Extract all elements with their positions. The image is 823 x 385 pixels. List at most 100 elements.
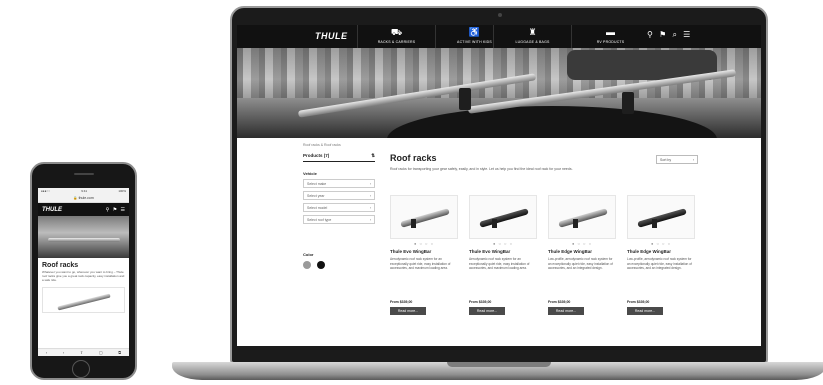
chevron-down-icon: › bbox=[369, 218, 371, 222]
sort-dropdown[interactable]: Sort by › bbox=[656, 155, 698, 164]
camper-icon: ▬ bbox=[606, 27, 615, 37]
page-title: Roof racks bbox=[42, 262, 79, 269]
nav-utility-icons[interactable]: ⚲ ⚑ ☰ bbox=[106, 207, 125, 213]
page-title: Roof racks bbox=[390, 153, 437, 163]
products-filter-header[interactable]: Products (7) ⇅ bbox=[303, 153, 375, 162]
product-name[interactable]: Thule Edge WingBar bbox=[627, 249, 695, 254]
back-icon[interactable]: ‹ bbox=[46, 349, 47, 356]
bookmarks-icon[interactable]: ▢ bbox=[99, 349, 103, 356]
product-price: From $339,00 bbox=[548, 300, 571, 304]
product-card[interactable]: ● ○ ○ ○ Thule Edge WingBar Low-profile, … bbox=[627, 195, 695, 325]
browser-toolbar: ‹ › ⇪ ▢ ⧉ bbox=[38, 348, 129, 356]
phone-hero-image bbox=[38, 216, 129, 258]
carousel-dots[interactable]: ● ○ ○ ○ bbox=[627, 241, 695, 246]
color-label: Color bbox=[303, 252, 314, 257]
laptop-camera bbox=[498, 13, 502, 17]
product-card[interactable]: ● ○ ○ ○ Thule Evo WingBar Aerodynamic ro… bbox=[390, 195, 458, 325]
nav-item-luggage[interactable]: ♜ LUGGAGE & BAGS bbox=[493, 25, 571, 48]
carousel-dots[interactable]: ● ○ ○ ○ bbox=[548, 241, 616, 246]
home-button[interactable] bbox=[72, 360, 90, 378]
color-swatch-black[interactable] bbox=[317, 261, 325, 269]
product-name[interactable]: Thule Evo WingBar bbox=[390, 249, 458, 254]
battery-indicator: 100% bbox=[118, 189, 126, 193]
product-name[interactable]: Thule Edge WingBar bbox=[548, 249, 616, 254]
product-grid: ● ○ ○ ○ Thule Evo WingBar Aerodynamic ro… bbox=[390, 195, 710, 325]
nav-item-racks[interactable]: ⛟ RACKS & CARRIERS bbox=[357, 25, 435, 48]
nav-item-label: RV PRODUCTS bbox=[596, 40, 625, 44]
select-make[interactable]: Select make › bbox=[303, 179, 375, 188]
read-more-button[interactable]: Read more... bbox=[469, 307, 505, 315]
carousel-dots[interactable]: ● ○ ○ ○ bbox=[469, 241, 537, 246]
roof-bar-image bbox=[479, 208, 529, 228]
laptop-base bbox=[172, 362, 823, 380]
select-label: Select model bbox=[307, 206, 328, 210]
product-description: Low-profile, aerodynamic roof rack syste… bbox=[627, 257, 692, 270]
car-roof bbox=[387, 106, 717, 138]
roof-bar-image bbox=[57, 293, 111, 311]
sort-toggle-icon: ⇅ bbox=[371, 153, 375, 158]
device-mockup-stage: THULE ⛟ RACKS & CARRIERS ♿ ACTIVE WITH K… bbox=[0, 0, 823, 385]
chevron-down-icon: › bbox=[692, 158, 694, 162]
carousel-dots[interactable]: ● ○ ○ ○ bbox=[390, 241, 458, 246]
roof-bar-image bbox=[637, 208, 687, 228]
product-price: From $339,00 bbox=[627, 300, 650, 304]
select-label: Select make bbox=[307, 182, 327, 186]
address-bar[interactable]: 🔒 thule.com bbox=[38, 194, 129, 203]
product-image[interactable] bbox=[390, 195, 458, 239]
forward-icon[interactable]: › bbox=[63, 349, 64, 356]
phone-navigation: THULE ⚲ ⚑ ☰ bbox=[38, 203, 129, 216]
product-image[interactable] bbox=[548, 195, 616, 239]
chevron-down-icon: › bbox=[369, 182, 371, 186]
select-roof-type[interactable]: Select roof type › bbox=[303, 215, 375, 224]
product-card[interactable] bbox=[42, 287, 125, 313]
chevron-down-icon: › bbox=[369, 194, 371, 198]
product-description: Aerodynamic roof rack system for an exce… bbox=[390, 257, 451, 270]
page-description: Roof racks for transporting your gear sa… bbox=[390, 167, 573, 171]
page-description: Whatever you want to go, wherever you wa… bbox=[42, 270, 125, 282]
select-label: Select year bbox=[307, 194, 325, 198]
product-name[interactable]: Thule Evo WingBar bbox=[469, 249, 537, 254]
rack-foot bbox=[492, 219, 497, 228]
phone-speaker bbox=[74, 173, 94, 175]
read-more-button[interactable]: Read more... bbox=[627, 307, 663, 315]
breadcrumb[interactable]: Roof racks & Roof racks bbox=[303, 143, 341, 147]
hero-image bbox=[237, 48, 761, 138]
color-swatches bbox=[303, 261, 375, 269]
read-more-button[interactable]: Read more... bbox=[548, 307, 584, 315]
filter-sidebar: Products (7) ⇅ Vehicle Select make › Sele… bbox=[303, 153, 375, 269]
rack-foot bbox=[573, 219, 578, 228]
brand-logo[interactable]: THULE bbox=[42, 207, 62, 213]
share-icon[interactable]: ⇪ bbox=[80, 349, 83, 356]
select-year[interactable]: Select year › bbox=[303, 191, 375, 200]
laptop-notch bbox=[447, 362, 551, 367]
phone-screen: ●●●○○ 9:41 100% 🔒 thule.com THULE ⚲ ⚑ ☰ … bbox=[38, 188, 129, 356]
nav-item-label: RACKS & CARRIERS bbox=[377, 40, 416, 44]
product-card[interactable]: ● ○ ○ ○ Thule Edge WingBar Low-profile, … bbox=[548, 195, 616, 325]
product-card[interactable]: ● ○ ○ ○ Thule Evo WingBar Aerodynamic ro… bbox=[469, 195, 537, 325]
laptop-screen: THULE ⛟ RACKS & CARRIERS ♿ ACTIVE WITH K… bbox=[237, 25, 761, 346]
nav-item-rv[interactable]: ▬ RV PRODUCTS bbox=[571, 25, 649, 48]
phone-device: ●●●○○ 9:41 100% 🔒 thule.com THULE ⚲ ⚑ ☰ … bbox=[30, 162, 137, 380]
roof-bar-image bbox=[558, 208, 608, 228]
rack-foot bbox=[411, 219, 416, 228]
product-description: Low-profile, aerodynamic roof rack syste… bbox=[548, 257, 613, 270]
vehicle-label: Vehicle bbox=[303, 171, 317, 176]
brand-logo[interactable]: THULE bbox=[315, 31, 348, 41]
roof-bar-image bbox=[400, 208, 450, 228]
nav-utility-icons[interactable]: ⚲ ⚑ ⌕ ☰ bbox=[647, 30, 690, 40]
nav-item-label: LUGGAGE & BAGS bbox=[515, 40, 550, 44]
read-more-button[interactable]: Read more... bbox=[390, 307, 426, 315]
color-swatch-silver[interactable] bbox=[303, 261, 311, 269]
product-image[interactable] bbox=[627, 195, 695, 239]
select-model[interactable]: Select model › bbox=[303, 203, 375, 212]
top-navigation: THULE ⛟ RACKS & CARRIERS ♿ ACTIVE WITH K… bbox=[237, 25, 761, 48]
hiker-icon: ♜ bbox=[528, 27, 537, 37]
status-time: 9:41 bbox=[81, 189, 88, 193]
product-price: From $339,00 bbox=[469, 300, 492, 304]
product-image[interactable] bbox=[469, 195, 537, 239]
tabs-icon[interactable]: ⧉ bbox=[118, 349, 121, 356]
products-count: Products (7) bbox=[303, 153, 330, 158]
select-label: Select roof type bbox=[307, 218, 332, 222]
laptop-display: THULE ⛟ RACKS & CARRIERS ♿ ACTIVE WITH K… bbox=[230, 6, 768, 364]
rack-foot bbox=[652, 219, 657, 228]
